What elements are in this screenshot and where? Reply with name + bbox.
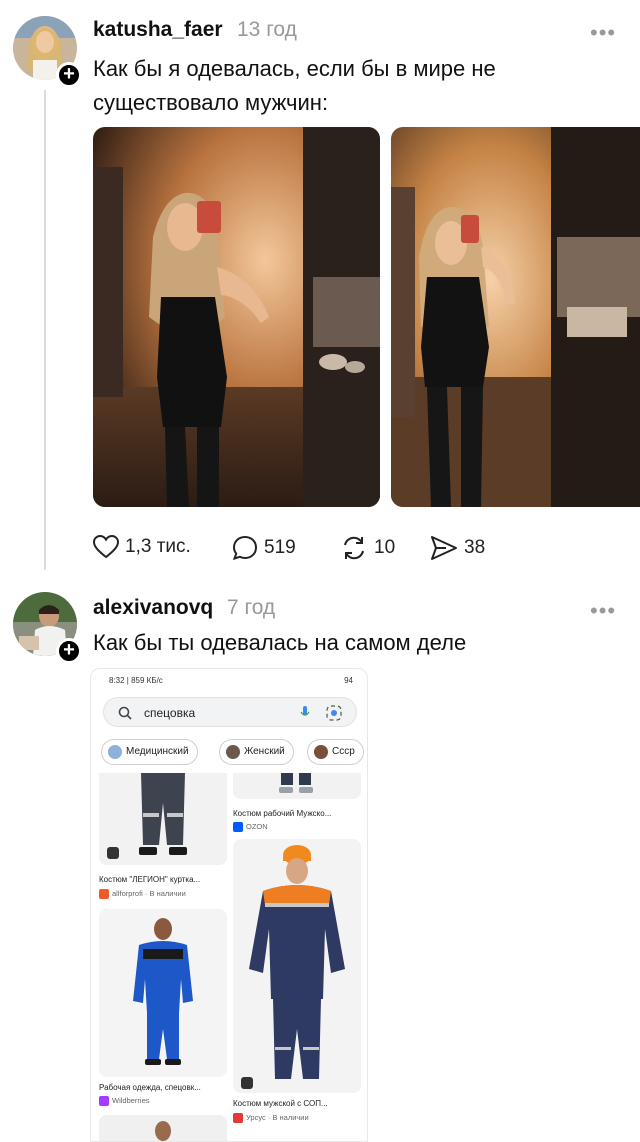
product-card-ursus[interactable] bbox=[233, 839, 361, 1093]
post-photo-1[interactable] bbox=[93, 127, 380, 507]
post-1: + katusha_faer 13 год ••• Как бы я одева… bbox=[0, 0, 640, 580]
filter-chip-female[interactable]: Женский bbox=[219, 739, 294, 765]
post-screenshot-image[interactable]: 8:32 | 859 КБ/с 94 спецовка Медицинский … bbox=[90, 668, 368, 1142]
send-icon bbox=[431, 536, 457, 560]
wildberries-logo-icon bbox=[99, 1096, 109, 1107]
follow-plus-icon[interactable]: + bbox=[56, 638, 82, 664]
post-text-line-2: существовало мужчин: bbox=[93, 90, 329, 115]
search-query: спецовка bbox=[144, 706, 196, 720]
chip-label: Женский bbox=[244, 746, 285, 757]
comment-count: 519 bbox=[264, 537, 296, 558]
like-button[interactable]: 1,3 тис. bbox=[93, 535, 191, 559]
share-count: 38 bbox=[464, 537, 486, 558]
ursus-logo-icon bbox=[233, 1113, 243, 1124]
heart-icon bbox=[93, 535, 119, 559]
post-time: 7 год bbox=[227, 596, 276, 619]
product-title: Костюм рабочий Мужско... bbox=[233, 809, 332, 818]
product-shop: OZON bbox=[233, 822, 268, 833]
username[interactable]: alexivanovq bbox=[93, 596, 213, 620]
filter-chip-ussr[interactable]: Ссср bbox=[307, 739, 364, 765]
visual-search-icon bbox=[107, 847, 119, 859]
more-options-icon[interactable]: ••• bbox=[590, 598, 616, 624]
lens-icon[interactable] bbox=[326, 705, 342, 721]
status-battery: 94 bbox=[344, 676, 353, 685]
repost-button[interactable]: 10 bbox=[340, 535, 395, 561]
username[interactable]: katusha_faer bbox=[93, 18, 223, 42]
chip-label: Ссср bbox=[332, 746, 355, 757]
post-time: 13 год bbox=[237, 18, 297, 41]
product-title: Рабочая одежда, спецовк... bbox=[99, 1083, 201, 1092]
product-card-wildberries[interactable] bbox=[99, 909, 227, 1077]
comment-button[interactable]: 519 bbox=[232, 535, 296, 561]
search-bar[interactable]: спецовка bbox=[103, 697, 357, 727]
like-count: 1,3 тис. bbox=[125, 536, 191, 557]
allforprofi-logo-icon bbox=[99, 889, 109, 900]
product-shop: allforprofi · В наличии bbox=[99, 889, 186, 900]
product-title: Костюм мужской с СОП... bbox=[233, 1099, 328, 1108]
product-card-partial[interactable] bbox=[99, 1115, 227, 1141]
repost-icon bbox=[344, 536, 364, 560]
microphone-icon[interactable] bbox=[300, 706, 310, 720]
thread-line bbox=[44, 90, 46, 570]
status-time: 8:32 | 859 КБ/с bbox=[109, 676, 163, 685]
product-shop: Wildberries bbox=[99, 1096, 150, 1107]
comment-icon bbox=[232, 535, 258, 561]
ussr-thumb-icon bbox=[314, 745, 328, 759]
status-bar: 8:32 | 859 КБ/с 94 bbox=[91, 669, 367, 691]
product-card-legion[interactable] bbox=[99, 773, 227, 865]
filter-chip-medical[interactable]: Медицинский bbox=[101, 739, 198, 765]
product-shop: Урсус · В наличии bbox=[233, 1113, 309, 1124]
ozon-logo-icon bbox=[233, 822, 243, 833]
search-icon bbox=[118, 706, 132, 720]
visual-search-icon bbox=[241, 1077, 253, 1089]
medical-thumb-icon bbox=[108, 745, 122, 759]
product-title: Костюм "ЛЕГИОН" куртка... bbox=[99, 875, 201, 884]
share-button[interactable]: 38 bbox=[430, 535, 485, 561]
female-thumb-icon bbox=[226, 745, 240, 759]
post-text-line-1: Как бы я одевалась, если бы в мире не bbox=[93, 56, 496, 81]
post-photo-2[interactable] bbox=[391, 127, 640, 507]
product-card-ozon[interactable] bbox=[233, 773, 361, 799]
more-options-icon[interactable]: ••• bbox=[590, 20, 616, 46]
repost-count: 10 bbox=[374, 537, 396, 558]
post-text: Как бы ты одевалась на самом деле bbox=[93, 630, 467, 655]
chip-label: Медицинский bbox=[126, 746, 189, 757]
follow-plus-icon[interactable]: + bbox=[56, 62, 82, 88]
